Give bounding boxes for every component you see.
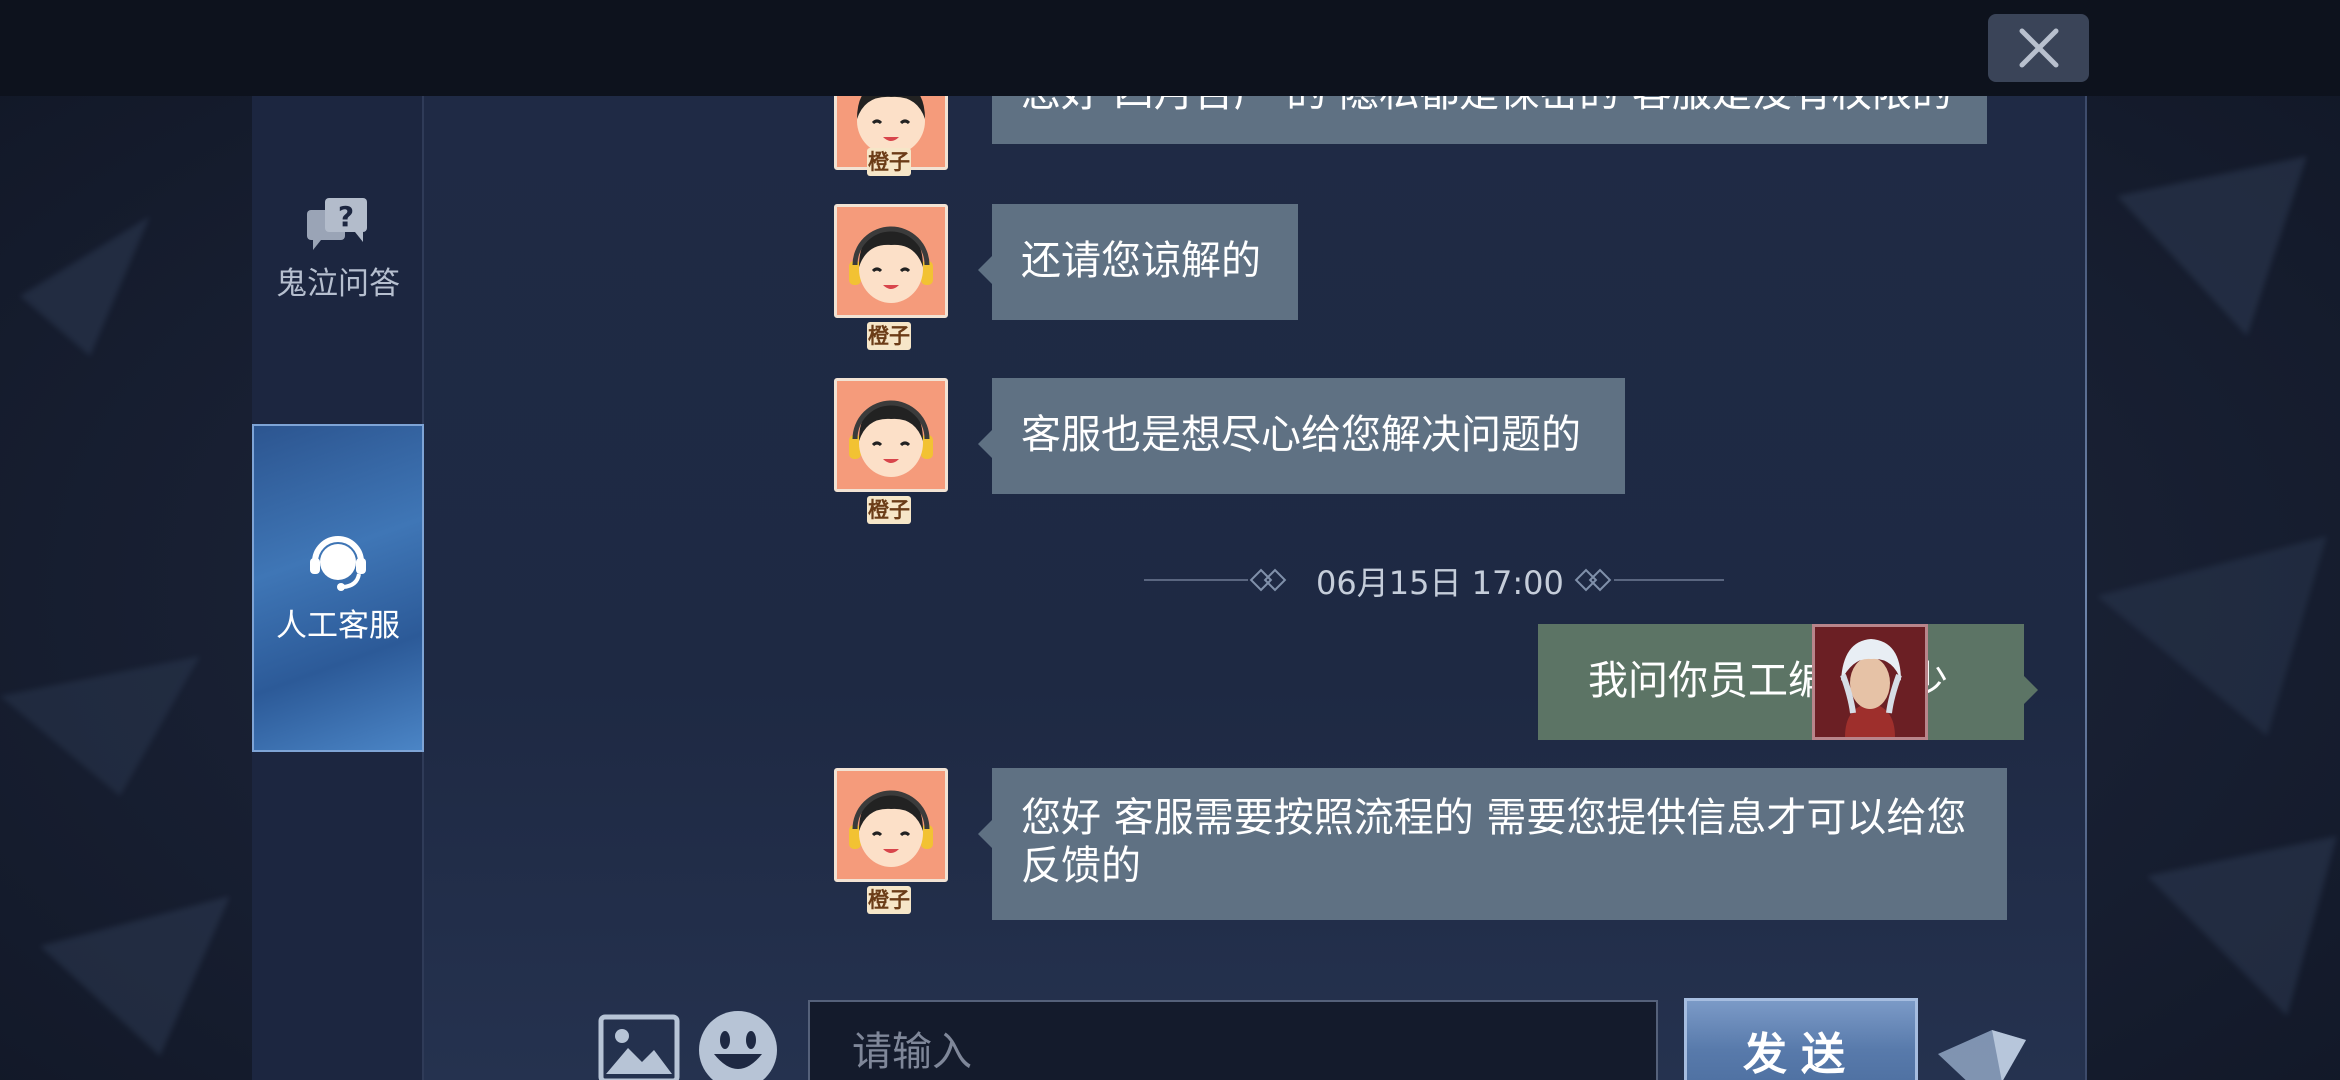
timestamp-divider-left	[1144, 579, 1248, 581]
emoji-button[interactable]	[696, 1008, 780, 1080]
sidebar: ? 鬼泣问答 人工客服	[252, 96, 424, 1080]
sidebar-item-label: 鬼泣问答	[276, 266, 400, 302]
chat-area[interactable]: 橙子 您好 四月否产 的 隐私都是保密的 客服是没有权限的 橙子 还请您谅解的	[424, 96, 2087, 946]
agent-avatar	[834, 204, 948, 318]
agent-avatar	[834, 378, 948, 492]
top-bar	[0, 0, 2340, 96]
message-bubble-user: 我问你员工编号多少	[1538, 624, 2038, 740]
timestamp-diamond	[1263, 568, 1287, 592]
close-icon	[2019, 28, 2058, 68]
svg-text:?: ?	[338, 200, 354, 233]
image-icon	[598, 1014, 680, 1080]
send-button[interactable]: 发送	[1684, 998, 1918, 1080]
question-chat-icon: ?	[307, 198, 367, 250]
message-text: 您好 客服需要按照流程的 需要您提供信息才可以给您反馈的	[1021, 795, 1967, 889]
message-bubble-agent: 客服也是想尽心给您解决问题的	[978, 378, 1625, 494]
background-decoration-right	[2097, 156, 2337, 1016]
image-button[interactable]	[598, 1014, 680, 1080]
background-decoration	[0, 216, 230, 1056]
sidebar-item-human-service[interactable]: 人工客服	[252, 424, 424, 752]
close-button[interactable]	[1988, 14, 2089, 82]
agent-name-tag: 橙子	[867, 322, 911, 350]
message-text: 客服也是想尽心给您解决问题的	[1021, 412, 1581, 458]
message-input[interactable]	[808, 1000, 1658, 1080]
input-bar: 发送	[424, 946, 2087, 1080]
customer-service-panel: ? 鬼泣问答 人工客服 橙子 橙子 还请您谅解的 橙子 客服也是想尽心给您解决问…	[252, 96, 2087, 1080]
timestamp-divider-right	[1614, 579, 1724, 581]
sidebar-item-label: 人工客服	[276, 607, 400, 644]
timestamp: 06月15日 17:00	[1316, 564, 1564, 602]
message-text: 您好 四月否产 的 隐私都是保密的 客服是没有权限的	[1021, 96, 1952, 116]
message-bubble-agent: 还请您谅解的	[978, 204, 1298, 320]
message-bubble-agent: 您好 四月否产 的 隐私都是保密的 客服是没有权限的	[992, 96, 1987, 144]
crystal-decoration	[1938, 1030, 2026, 1080]
message-bubble-agent: 您好 客服需要按照流程的 需要您提供信息才可以给您反馈的	[978, 768, 2007, 920]
agent-avatar	[834, 768, 948, 882]
agent-name-tag: 橙子	[867, 886, 911, 914]
user-avatar	[1812, 624, 1928, 740]
sidebar-item-faq[interactable]: ? 鬼泣问答	[252, 196, 424, 316]
emoji-icon	[699, 1011, 777, 1080]
agent-name-tag: 橙子	[867, 496, 911, 524]
agent-name-tag: 橙子	[867, 148, 911, 176]
timestamp-diamond	[1588, 568, 1612, 592]
message-text: 还请您谅解的	[1021, 238, 1261, 284]
headset-agent-icon	[310, 535, 366, 591]
